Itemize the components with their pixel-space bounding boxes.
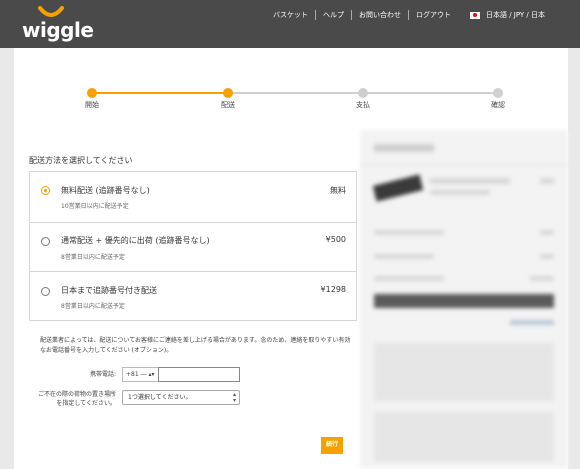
option-title: 無料配送 (追跡番号なし) (61, 186, 150, 195)
progress-step-payment-label: 支払 (356, 101, 370, 109)
progress-line-completed (92, 92, 228, 94)
summary-placeholder (430, 178, 510, 184)
country-code-select[interactable]: +81 ― ▴▾ (122, 367, 159, 382)
option-price: ¥1298 (320, 285, 346, 294)
progress-step-confirm-dot (493, 88, 503, 98)
phone-notice-text: 配送業者によっては、配送についてお客様にご連絡を差し上げる場合があります。念のた… (40, 337, 351, 354)
progress-step-start-label: 開始 (85, 101, 99, 109)
radio-tracked-shipping[interactable] (41, 287, 50, 296)
nav-basket[interactable]: バスケット (266, 10, 315, 20)
summary-placeholder (510, 320, 554, 325)
shipping-options: 無料配送 (追跡番号なし) 10営業日以内に配送予定 無料 通常配送 + 優先的… (29, 171, 357, 321)
site-header: wiggle バスケット ヘルプ お問い合わせ ログアウト 日本語 / JPY … (0, 0, 580, 48)
japan-flag-icon (469, 11, 480, 19)
option-title: 通常配送 + 優先的に出荷 (追跡番号なし) (61, 236, 210, 245)
shipping-section-title: 配送方法を選択してください (29, 156, 133, 165)
shipping-option-tracked[interactable]: 日本まで追跡番号付き配送 8営業日以内に配送予定 ¥1298 (30, 271, 356, 320)
top-nav: バスケット ヘルプ お問い合わせ ログアウト 日本語 / JPY / 日本 (266, 9, 552, 21)
option-delivery-estimate: 8営業日以内に配送予定 (61, 254, 125, 261)
progress-step-shipping-dot (223, 88, 233, 98)
progress-step-start-dot (87, 88, 97, 98)
summary-placeholder (540, 254, 554, 259)
phone-input[interactable] (158, 367, 240, 382)
order-summary-panel (360, 130, 568, 469)
summary-placeholder (360, 164, 568, 165)
summary-placeholder (540, 178, 554, 184)
summary-placeholder (540, 230, 554, 235)
shipping-option-priority[interactable]: 通常配送 + 優先的に出荷 (追跡番号なし) 8営業日以内に配送予定 ¥500 (30, 222, 356, 271)
option-delivery-estimate: 8営業日以内に配送予定 (61, 303, 125, 310)
option-delivery-estimate: 10営業日以内に配送予定 (61, 203, 129, 210)
radio-free-shipping[interactable] (41, 186, 50, 195)
summary-info-box (374, 342, 554, 402)
progress-step-shipping-label: 配送 (221, 101, 235, 109)
shipping-option-free[interactable]: 無料配送 (追跡番号なし) 10営業日以内に配送予定 無料 (30, 172, 356, 221)
absence-location-value: 1つ選択してください。 (128, 394, 192, 401)
summary-placeholder (374, 144, 434, 152)
continue-button[interactable]: 続行 (321, 437, 343, 454)
option-title: 日本まで追跡番号付き配送 (61, 286, 157, 295)
option-price: 無料 (330, 186, 346, 195)
select-arrows-icon: ▴ ▾ (232, 391, 236, 404)
product-thumbnail (372, 174, 424, 202)
progress-step-payment-dot (358, 88, 368, 98)
summary-info-box (374, 412, 554, 462)
nav-help[interactable]: ヘルプ (314, 10, 351, 20)
progress-step-confirm-label: 確認 (491, 101, 505, 109)
option-price: ¥500 (325, 235, 346, 244)
nav-logout[interactable]: ログアウト (407, 10, 458, 20)
summary-placeholder (374, 276, 444, 281)
summary-placeholder (430, 190, 490, 195)
summary-placeholder (374, 254, 434, 259)
absence-location-label: ご不在の際の荷物の置き場所を指定してください。 (38, 391, 117, 407)
phone-label: 携帯電話: (89, 371, 116, 378)
summary-placeholder (374, 230, 444, 235)
nav-contact[interactable]: お問い合わせ (350, 10, 408, 20)
wiggle-logo[interactable]: wiggle (22, 6, 94, 42)
logo-text: wiggle (22, 18, 94, 42)
summary-placeholder (530, 276, 554, 281)
summary-total-bar (374, 294, 554, 308)
absence-location-select[interactable]: 1つ選択してください。 ▴ ▾ (122, 390, 240, 405)
language-currency-selector[interactable]: 日本語 / JPY / 日本 (486, 10, 552, 20)
radio-priority-shipping[interactable] (41, 237, 50, 246)
